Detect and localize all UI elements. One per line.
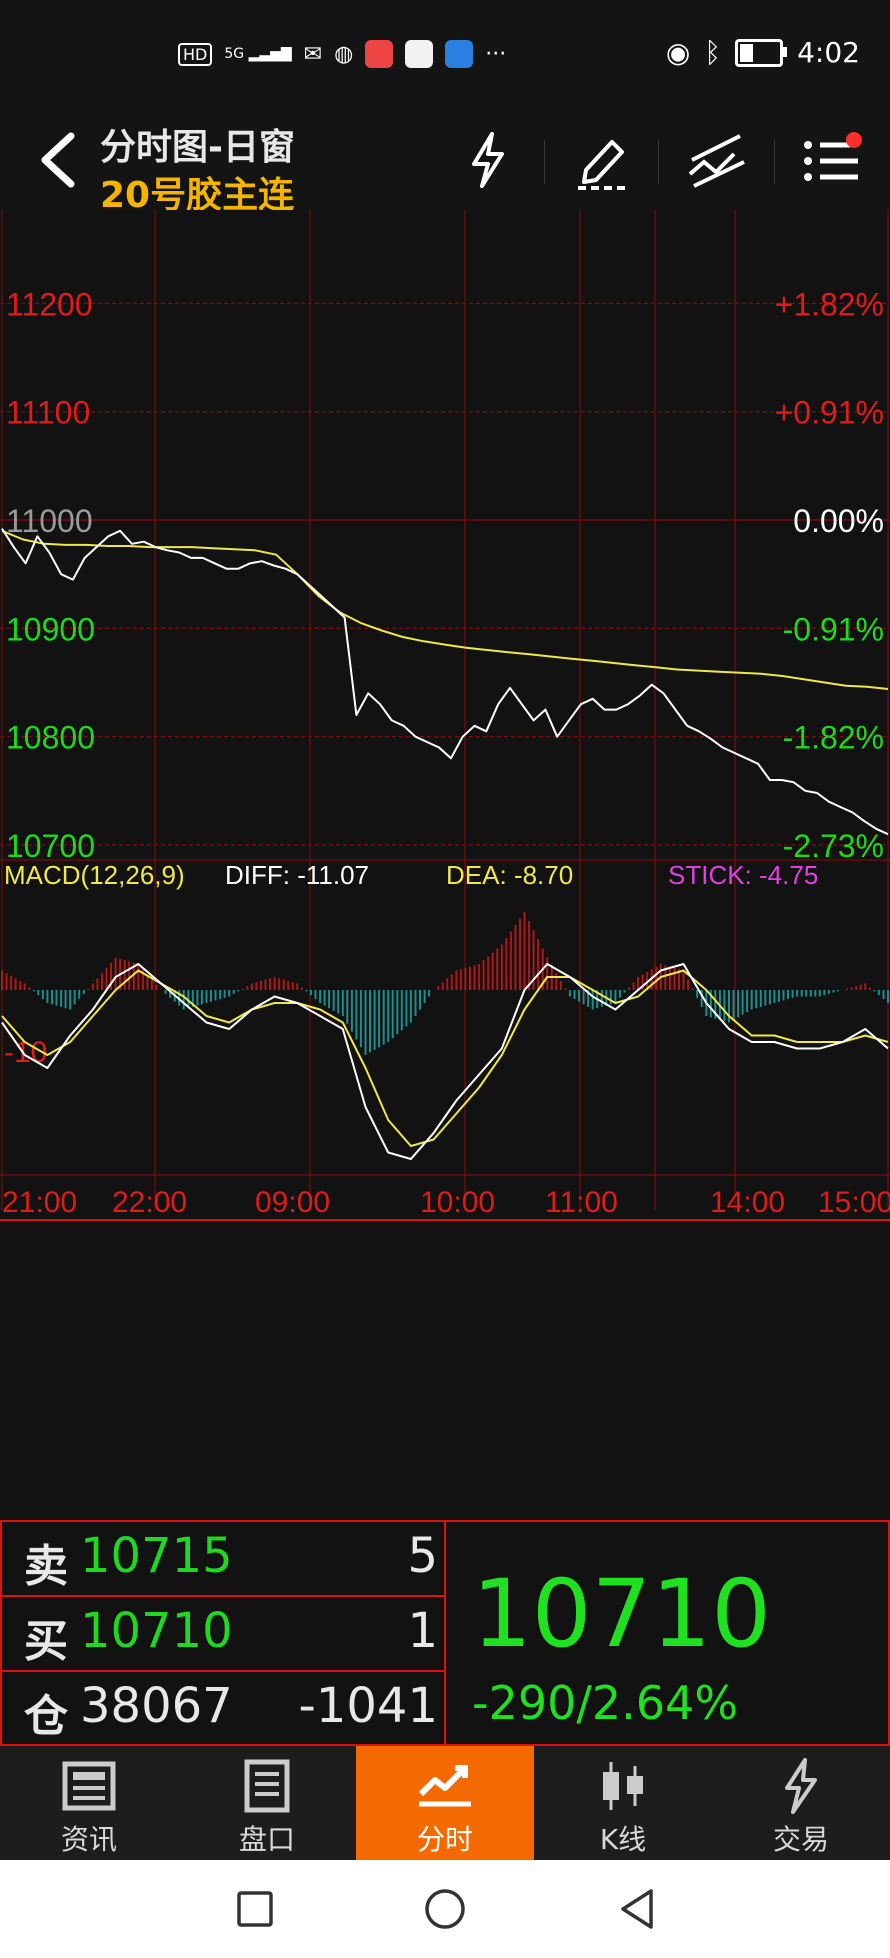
5g-signal-icon: 5G ▂▃▅▇ <box>224 46 292 62</box>
price-axis-label: 10800 <box>6 720 95 756</box>
chart-canvas[interactable]: 11300 11200 11100 11000 10900 10800 10700 +2.73… <box>0 210 890 1520</box>
tab-intraday-label: 分时 <box>416 1823 473 1856</box>
clock: 4:02 <box>797 36 860 69</box>
price-axis-label: 11000 <box>6 503 93 539</box>
draw-button[interactable] <box>563 118 643 202</box>
time-axis-label: 15:00 <box>818 1186 890 1219</box>
bid-row[interactable]: 买 10710 1 <box>0 1595 446 1670</box>
trade-lightning-icon <box>785 1758 817 1814</box>
macd-diff-label: DIFF: -11.07 <box>225 860 369 890</box>
more-dots-icon: ··· <box>485 41 507 67</box>
status-right: ◉ ᛒ 4:02 <box>666 36 860 69</box>
tab-intraday[interactable]: 分时 <box>356 1746 534 1860</box>
open-interest-change: -1041 <box>298 1678 438 1734</box>
back-arrow-icon <box>41 132 75 188</box>
bluetooth-icon: ᛒ <box>704 36 722 69</box>
percent-axis-label: 0.00% <box>793 503 884 539</box>
price-change: -290/2.64% <box>472 1676 739 1730</box>
time-axis-label: 21:00 <box>2 1186 77 1219</box>
wechat-icon: ✉ <box>303 41 323 67</box>
open-interest-value: 38067 <box>80 1678 233 1734</box>
tab-news[interactable]: 资讯 <box>0 1746 178 1860</box>
quote-panel: 卖 10715 5 买 10710 1 仓 38067 -1041 10710 … <box>0 1520 890 1746</box>
price-axis-label: 11200 <box>6 286 93 322</box>
percent-axis-label: +2.73% <box>775 210 884 214</box>
tab-candlestick-label: K线 <box>599 1823 647 1856</box>
browser-icon: ◍ <box>334 41 354 67</box>
macd-dea-label: DEA: -8.70 <box>446 860 573 890</box>
price-axis-label: 10900 <box>6 611 95 647</box>
weather-app-icon <box>445 40 474 68</box>
ask-row[interactable]: 卖 10715 5 <box>0 1520 446 1595</box>
status-icons: HD 5G ▂▃▅▇ ✉ ◍ ··· <box>178 40 506 68</box>
time-axis-label: 14:00 <box>710 1186 785 1219</box>
average-price-line <box>1 529 889 690</box>
huawei-app-icon <box>365 40 394 68</box>
ask-volume: 5 <box>407 1528 438 1584</box>
pen-draw-icon <box>578 140 630 190</box>
time-axis-label: 09:00 <box>255 1186 330 1219</box>
open-interest-label: 仓 <box>24 1691 68 1742</box>
status-bar: HD 5G ▂▃▅▇ ✉ ◍ ··· ◉ ᛒ 4:02 <box>0 0 890 110</box>
percent-axis-label: +0.91% <box>775 395 884 431</box>
bid-label: 买 <box>24 1616 68 1667</box>
dea-line <box>1 969 889 1147</box>
diff-line <box>1 963 889 1160</box>
eye-icon: ◉ <box>665 36 691 69</box>
hd-icon: HD <box>178 42 213 66</box>
back-button[interactable] <box>22 118 92 202</box>
recent-apps-button[interactable] <box>230 1884 280 1934</box>
nav-divider <box>774 140 775 184</box>
open-interest-row: 仓 38067 -1041 <box>0 1670 446 1745</box>
intraday-chart[interactable]: 11300 11200 11100 11000 10900 10800 10700 +2.73… <box>0 210 890 1520</box>
price-axis-label: 11100 <box>6 395 90 431</box>
price-axis-label: 11300 <box>6 210 93 214</box>
trend-lines-icon <box>688 134 745 188</box>
system-nav-bar <box>0 1860 890 1958</box>
home-button[interactable] <box>420 1884 470 1934</box>
time-axis-label: 11:00 <box>545 1186 618 1219</box>
lightning-icon <box>472 132 504 188</box>
ask-label: 卖 <box>24 1541 68 1592</box>
price-axis-label: 10700 <box>6 828 95 864</box>
menu-button[interactable] <box>792 118 872 202</box>
orderbook-icon <box>244 1759 290 1813</box>
tab-news-label: 资讯 <box>60 1823 117 1856</box>
ask-price: 10715 <box>80 1528 233 1584</box>
percent-axis-label: +1.82% <box>775 286 884 322</box>
circle-home-icon <box>425 1889 465 1929</box>
macd-stick-label: STICK: -4.75 <box>668 860 818 890</box>
bid-volume: 1 <box>407 1603 438 1659</box>
candlestick-icon <box>603 1762 643 1810</box>
tab-trade[interactable]: 交易 <box>712 1746 890 1860</box>
macd-title: MACD(12,26,9) <box>4 860 185 890</box>
tab-orderbook[interactable]: 盘口 <box>178 1746 356 1860</box>
message-app-icon <box>405 40 434 68</box>
square-recent-icon <box>237 1891 273 1927</box>
news-icon <box>62 1761 116 1811</box>
percent-axis-label: -2.73% <box>783 828 884 864</box>
percent-axis-label: -1.82% <box>783 720 884 756</box>
time-axis-label: 22:00 <box>112 1186 187 1219</box>
intraday-icon <box>418 1765 471 1807</box>
tab-candlestick[interactable]: K线 <box>534 1746 712 1860</box>
nav-header: 分时图-日窗 20号胶主连 <box>0 110 890 216</box>
notification-dot <box>846 132 862 148</box>
nav-divider <box>658 140 659 184</box>
last-price: 10710 <box>472 1560 772 1669</box>
bid-price: 10710 <box>80 1603 233 1659</box>
flash-order-button[interactable] <box>448 118 528 202</box>
percent-axis-label: -0.91% <box>783 611 884 647</box>
indicator-lines-button[interactable] <box>677 118 757 202</box>
price-line <box>1 528 889 836</box>
page-title: 分时图-日窗 <box>100 127 295 168</box>
nav-divider <box>544 140 545 184</box>
tab-orderbook-label: 盘口 <box>238 1823 295 1856</box>
battery-icon <box>735 38 788 67</box>
system-back-button[interactable] <box>612 1884 662 1934</box>
triangle-back-icon <box>621 1889 653 1929</box>
bottom-tab-bar: 资讯 盘口 分时 K线 交易 <box>0 1746 890 1860</box>
tab-trade-label: 交易 <box>772 1823 829 1856</box>
time-axis-label: 10:00 <box>420 1186 495 1219</box>
